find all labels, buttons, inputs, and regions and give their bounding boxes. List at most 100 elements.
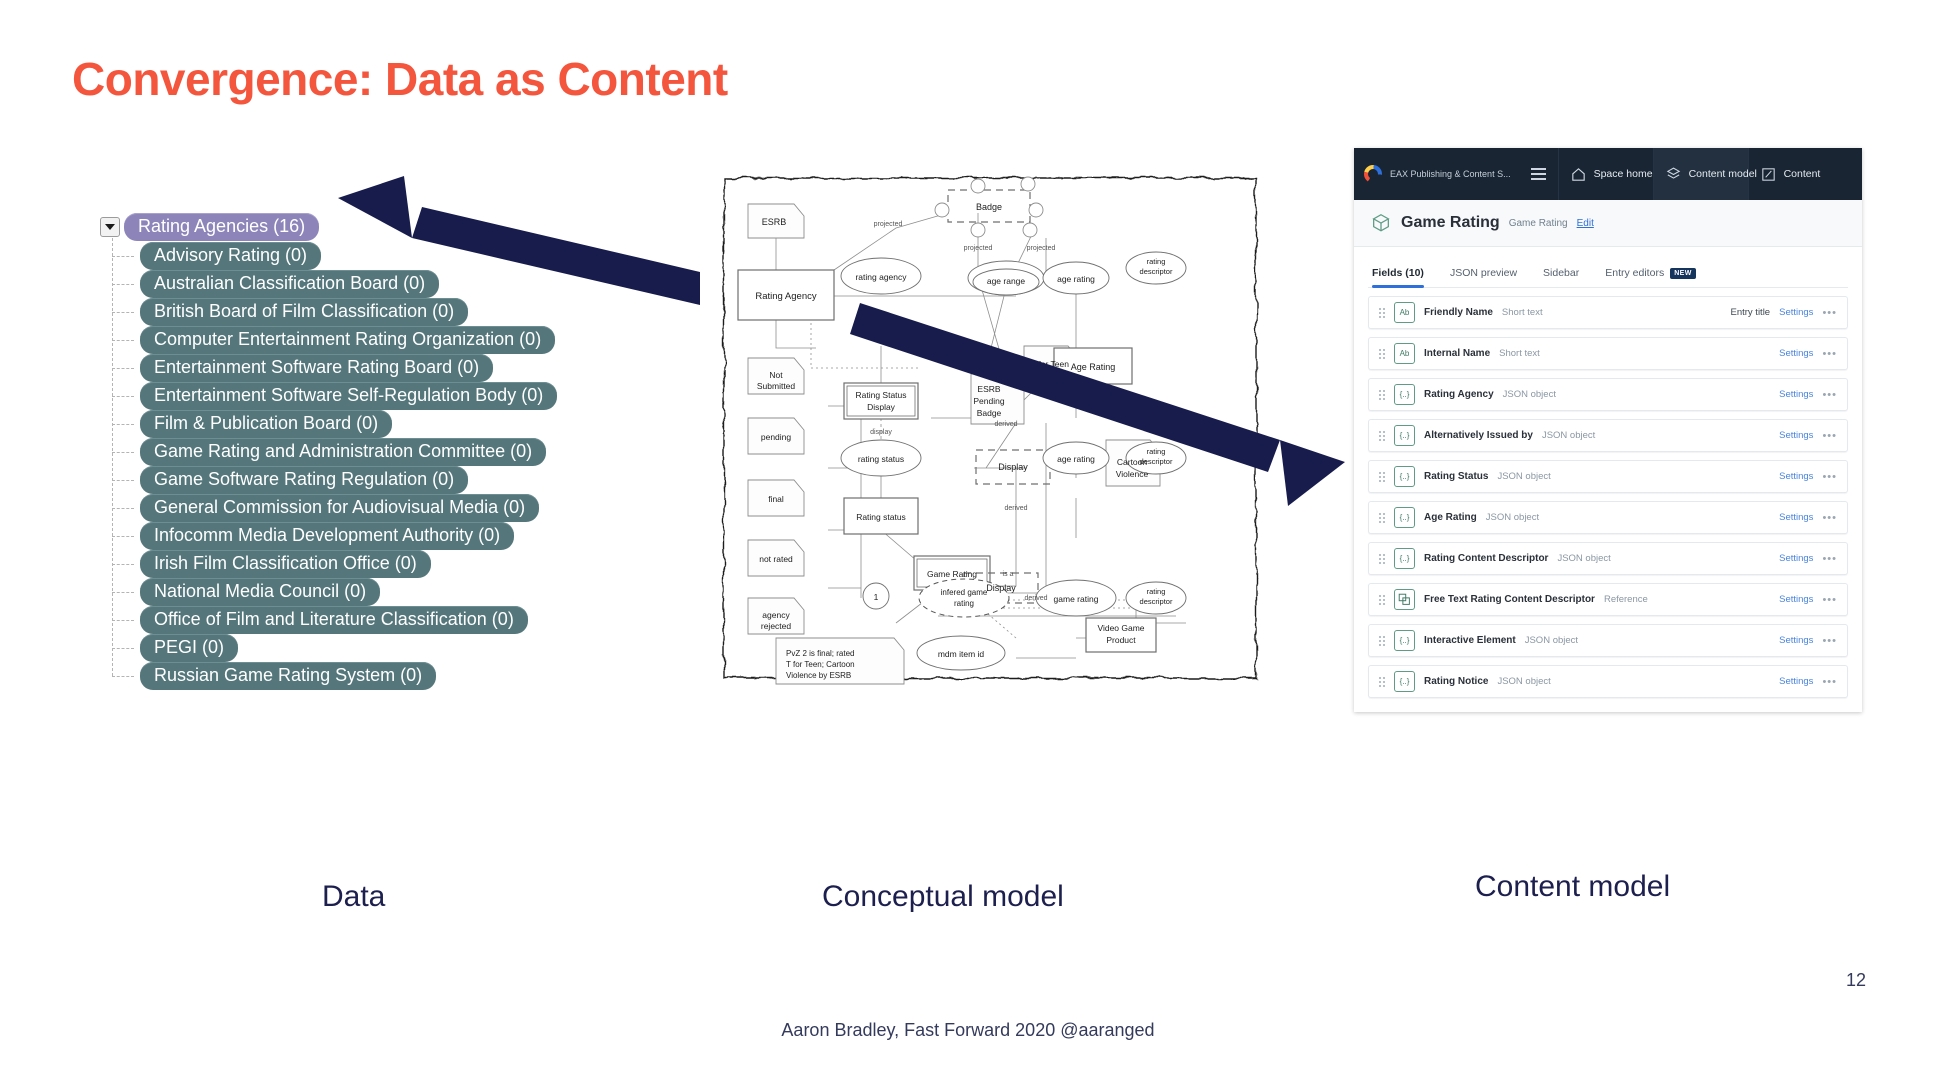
tree-root-row[interactable]: Rating Agencies (16) xyxy=(100,212,740,242)
field-type-label: Short text xyxy=(1499,348,1540,359)
tree-item-label[interactable]: Entertainment Software Rating Board (0) xyxy=(140,354,494,382)
drag-handle-icon[interactable] xyxy=(1379,553,1385,564)
field-settings-link[interactable]: Settings xyxy=(1779,389,1813,400)
nav-item-content-model[interactable]: Content model xyxy=(1652,148,1757,200)
tree-item[interactable]: Irish Film Classification Office (0) xyxy=(112,550,740,578)
svg-text:Submitted: Submitted xyxy=(757,381,796,391)
tree-item[interactable]: Computer Entertainment Rating Organizati… xyxy=(112,326,740,354)
field-row[interactable]: Free Text Rating Content Descriptor Refer… xyxy=(1368,583,1848,616)
tree-item-label[interactable]: Irish Film Classification Office (0) xyxy=(140,550,431,578)
drag-handle-icon[interactable] xyxy=(1379,348,1385,359)
field-more-icon[interactable]: ••• xyxy=(1822,471,1837,483)
drag-handle-icon[interactable] xyxy=(1379,307,1385,318)
field-row[interactable]: {..} Alternatively Issued by JSON object Se… xyxy=(1368,419,1848,452)
field-row[interactable]: {..} Age Rating JSON object Settings ••• xyxy=(1368,501,1848,534)
svg-text:T for Teen; Cartoon: T for Teen; Cartoon xyxy=(786,660,855,669)
tree-item[interactable]: Entertainment Software Self-Regulation B… xyxy=(112,382,740,410)
field-more-icon[interactable]: ••• xyxy=(1822,594,1837,606)
drag-handle-icon[interactable] xyxy=(1379,594,1385,605)
drag-handle-icon[interactable] xyxy=(1379,512,1385,523)
drag-handle-icon[interactable] xyxy=(1379,635,1385,646)
field-settings-link[interactable]: Settings xyxy=(1779,594,1813,605)
drag-handle-icon[interactable] xyxy=(1379,471,1385,482)
tree-item-label[interactable]: Game Rating and Administration Committee… xyxy=(140,438,547,466)
field-row[interactable]: {..} Rating Agency JSON object Settings ••• xyxy=(1368,378,1848,411)
tree-item[interactable]: PEGI (0) xyxy=(112,634,740,662)
nav-label-content: Content xyxy=(1783,168,1821,180)
field-row[interactable]: {..} Rating Status JSON object Settings ••• xyxy=(1368,460,1848,493)
tree-item-label[interactable]: Russian Game Rating System (0) xyxy=(140,662,437,690)
new-badge: NEW xyxy=(1670,267,1696,279)
tree-item[interactable]: Game Software Rating Regulation (0) xyxy=(112,466,740,494)
tree-item[interactable]: Australian Classification Board (0) xyxy=(112,270,740,298)
chevron-down-icon[interactable] xyxy=(100,217,120,237)
content-type-header: Game Rating Game Rating Edit xyxy=(1354,200,1862,247)
drag-handle-icon[interactable] xyxy=(1379,676,1385,687)
field-more-icon[interactable]: ••• xyxy=(1822,676,1837,688)
field-settings-link[interactable]: Settings xyxy=(1779,430,1813,441)
tree-item[interactable]: Office of Film and Literature Classifica… xyxy=(112,606,740,634)
tab-entry-editors[interactable]: Entry editors NEW xyxy=(1605,267,1696,287)
field-settings-link[interactable]: Settings xyxy=(1779,348,1813,359)
tree-item-label[interactable]: General Commission for Audiovisual Media… xyxy=(140,494,540,522)
tree-item-label[interactable]: Australian Classification Board (0) xyxy=(140,270,440,298)
hamburger-menu-icon[interactable] xyxy=(1519,148,1558,200)
field-row[interactable]: {..} Rating Content Descriptor JSON object… xyxy=(1368,542,1848,575)
app-body: Fields (10) JSON preview Sidebar Entry edit… xyxy=(1354,247,1862,712)
svg-text:descriptor: descriptor xyxy=(1140,267,1173,276)
tree-item-label[interactable]: Office of Film and Literature Classifica… xyxy=(140,606,528,634)
nav-brand[interactable]: EAX Publishing & Content S... xyxy=(1354,148,1519,200)
field-row[interactable]: {..} Rating Notice JSON object Settings ••• xyxy=(1368,665,1848,698)
tree-item-label[interactable]: Game Software Rating Regulation (0) xyxy=(140,466,469,494)
svg-text:rating: rating xyxy=(954,599,974,608)
tree-item[interactable]: British Board of Film Classification (0) xyxy=(112,298,740,326)
field-row[interactable]: Ab Internal Name Short text Settings ••• xyxy=(1368,337,1848,370)
tree-item[interactable]: Game Rating and Administration Committee… xyxy=(112,438,740,466)
field-type-label: JSON object xyxy=(1497,676,1551,687)
json-object-icon: {..} xyxy=(1394,466,1415,487)
tree-root-label[interactable]: Rating Agencies (16) xyxy=(124,213,320,241)
field-more-icon[interactable]: ••• xyxy=(1822,553,1837,565)
field-settings-link[interactable]: Settings xyxy=(1779,635,1813,646)
field-more-icon[interactable]: ••• xyxy=(1822,512,1837,524)
tree-item-label[interactable]: British Board of Film Classification (0) xyxy=(140,298,469,326)
tree-item-label[interactable]: PEGI (0) xyxy=(140,634,239,662)
tree-item[interactable]: Advisory Rating (0) xyxy=(112,242,740,270)
tab-sidebar[interactable]: Sidebar xyxy=(1543,267,1579,287)
tree-item-label[interactable]: National Media Council (0) xyxy=(140,578,381,606)
svg-text:descriptor: descriptor xyxy=(1140,597,1173,606)
tree-item[interactable]: Russian Game Rating System (0) xyxy=(112,662,740,690)
tab-json-preview[interactable]: JSON preview xyxy=(1450,267,1517,287)
field-settings-link[interactable]: Settings xyxy=(1779,553,1813,564)
tree-item[interactable]: General Commission for Audiovisual Media… xyxy=(112,494,740,522)
drag-handle-icon[interactable] xyxy=(1379,389,1385,400)
tree-item[interactable]: National Media Council (0) xyxy=(112,578,740,606)
field-settings-link[interactable]: Settings xyxy=(1779,471,1813,482)
tree-item[interactable]: Entertainment Software Rating Board (0) xyxy=(112,354,740,382)
field-settings-link[interactable]: Settings xyxy=(1779,676,1813,687)
tree-item-label[interactable]: Film & Publication Board (0) xyxy=(140,410,393,438)
svg-text:Display: Display xyxy=(998,462,1028,472)
edit-link[interactable]: Edit xyxy=(1577,218,1594,229)
field-row[interactable]: {..} Interactive Element JSON object Settin… xyxy=(1368,624,1848,657)
field-row[interactable]: Ab Friendly Name Short text Entry title Sett… xyxy=(1368,296,1848,329)
tree-item-label[interactable]: Infocomm Media Development Authority (0) xyxy=(140,522,515,550)
tree-item-label[interactable]: Computer Entertainment Rating Organizati… xyxy=(140,326,556,354)
tree-item[interactable]: Film & Publication Board (0) xyxy=(112,410,740,438)
svg-text:Display: Display xyxy=(867,402,896,412)
drag-handle-icon[interactable] xyxy=(1379,430,1385,441)
field-more-icon[interactable]: ••• xyxy=(1822,307,1837,319)
field-more-icon[interactable]: ••• xyxy=(1822,635,1837,647)
field-more-icon[interactable]: ••• xyxy=(1822,348,1837,360)
tree-item-label[interactable]: Entertainment Software Self-Regulation B… xyxy=(140,382,558,410)
field-more-icon[interactable]: ••• xyxy=(1822,430,1837,442)
svg-text:T for Teen: T for Teen xyxy=(1031,359,1069,369)
tree-item[interactable]: Infocomm Media Development Authority (0) xyxy=(112,522,740,550)
tab-fields-10[interactable]: Fields (10) xyxy=(1372,267,1424,288)
nav-item-space-home[interactable]: Space home xyxy=(1557,148,1653,200)
tree-item-label[interactable]: Advisory Rating (0) xyxy=(140,242,322,270)
nav-item-content[interactable]: Content xyxy=(1747,148,1832,200)
field-settings-link[interactable]: Settings xyxy=(1779,307,1813,318)
field-more-icon[interactable]: ••• xyxy=(1822,389,1837,401)
field-settings-link[interactable]: Settings xyxy=(1779,512,1813,523)
